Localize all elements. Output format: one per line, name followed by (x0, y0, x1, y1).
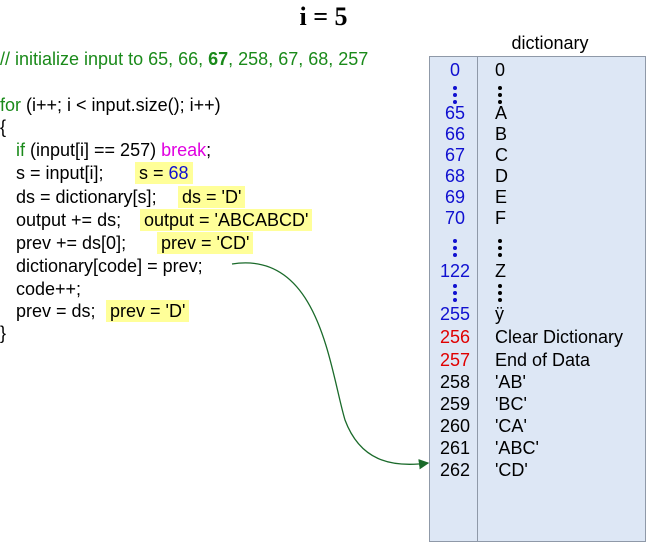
assignment-arrow (231, 262, 430, 470)
arrow-path (231, 262, 430, 470)
